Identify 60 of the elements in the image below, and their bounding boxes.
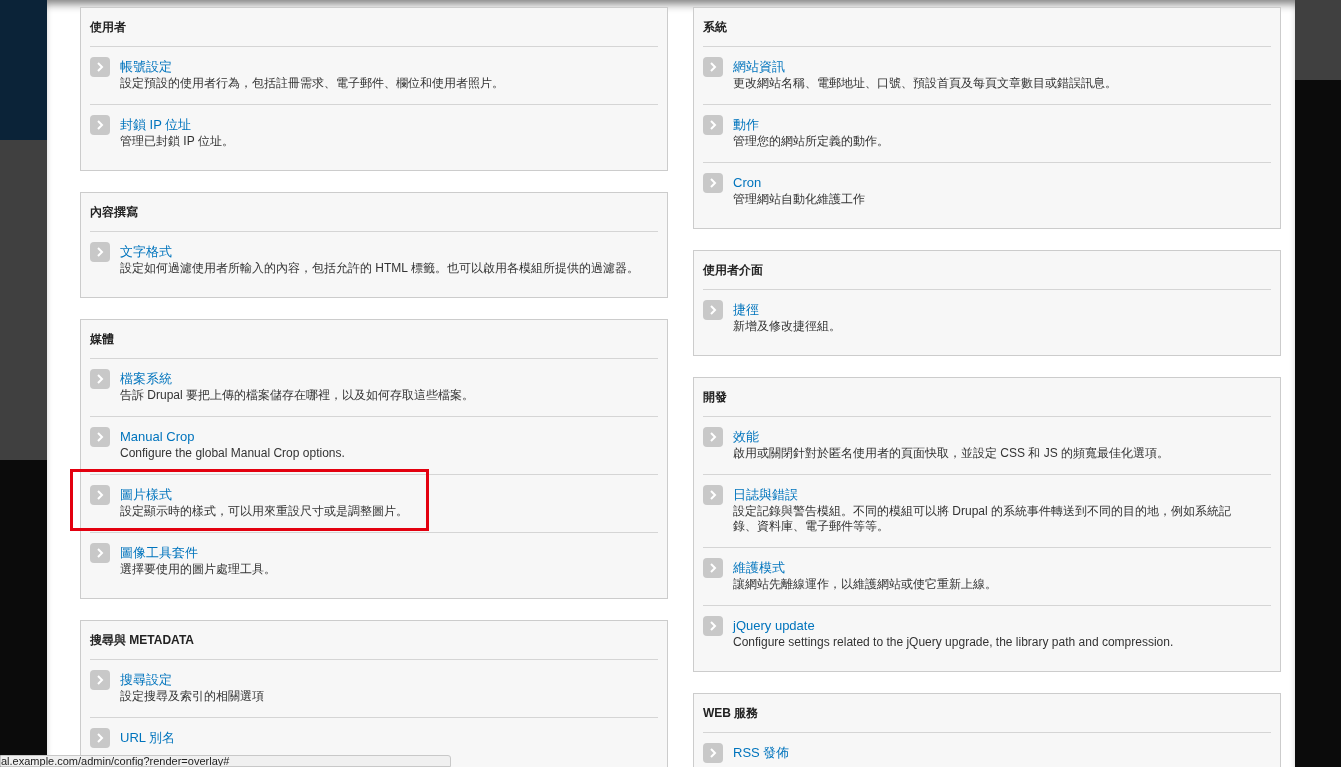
link-description: 設定預設的使用者行為，包括註冊需求、電子郵件、欄位和使用者照片。: [120, 76, 504, 91]
settings-link[interactable]: 維護模式: [733, 559, 785, 577]
settings-link[interactable]: 捷徑: [733, 301, 759, 319]
link-description: 更改網站名稱、電郵地址、口號、預設首頁及每頁文章數目或錯誤訊息。: [733, 76, 1117, 91]
link-description: 管理網站自動化維護工作: [733, 192, 865, 207]
chevron-icon: [90, 728, 110, 748]
settings-link[interactable]: 效能: [733, 428, 759, 446]
chevron-icon: [703, 427, 723, 447]
chevron-icon: [703, 57, 723, 77]
link-description: 設定搜尋及索引的相關選項: [120, 689, 264, 704]
section-heading: 使用者介面: [703, 251, 1271, 290]
settings-link[interactable]: Cron: [733, 174, 762, 192]
settings-link[interactable]: jQuery update: [733, 617, 815, 635]
section-heading: 內容撰寫: [90, 193, 658, 232]
chevron-icon: [703, 173, 723, 193]
settings-link[interactable]: URL 別名: [120, 729, 176, 747]
link-description: 設定記錄與警告模組。不同的模組可以將 Drupal 的系統事件轉送到不同的目的地，例如系統記錄、資料庫、電子郵件等等。: [733, 504, 1233, 534]
link-description: Configure the global Manual Crop options.: [120, 446, 345, 461]
chevron-icon: [90, 242, 110, 262]
settings-link[interactable]: 文字格式: [120, 243, 172, 261]
link-description: 設定如何過濾使用者所輸入的內容，包括允許的 HTML 標籤。也可以啟用各模組所提供的過濾器。: [120, 261, 639, 276]
chevron-icon: [703, 743, 723, 763]
link-description: 啟用或關閉針對於匿名使用者的頁面快取，並設定 CSS 和 JS 的頻寬最佳化選項。: [733, 446, 1169, 461]
chevron-icon: [90, 369, 110, 389]
settings-link[interactable]: Manual Crop: [120, 428, 195, 446]
chevron-icon: [90, 115, 110, 135]
chevron-icon: [703, 616, 723, 636]
chevron-icon: [703, 300, 723, 320]
link-description: 新增及修改捷徑組。: [733, 319, 841, 334]
link-description: 選擇要使用的圖片處理工具。: [120, 562, 276, 577]
chevron-icon: [703, 115, 723, 135]
link-description: 管理已封鎖 IP 位址。: [120, 134, 234, 149]
section-heading: 系統: [703, 8, 1271, 47]
settings-link[interactable]: 網站資訊: [733, 58, 785, 76]
chevron-icon: [90, 427, 110, 447]
link-description: 管理您的網站所定義的動作。: [733, 134, 889, 149]
settings-link[interactable]: 檔案系統: [120, 370, 172, 388]
settings-link[interactable]: 封鎖 IP 位址: [120, 116, 192, 134]
section-heading: 搜尋與 METADATA: [90, 621, 658, 660]
chevron-icon: [90, 670, 110, 690]
settings-link[interactable]: 搜尋設定: [120, 671, 172, 689]
chevron-icon: [90, 485, 110, 505]
chevron-icon: [90, 543, 110, 563]
section-heading: 開發: [703, 378, 1271, 417]
link-description: 告訴 Drupal 要把上傳的檔案儲存在哪裡，以及如何存取這些檔案。: [120, 388, 475, 403]
settings-link[interactable]: 帳號設定: [120, 58, 172, 76]
section-heading: 媒體: [90, 320, 658, 359]
link-description: 讓網站先離線運作，以維護網站或使它重新上線。: [733, 577, 997, 592]
settings-link[interactable]: 圖像工具套件: [120, 544, 198, 562]
chevron-icon: [703, 485, 723, 505]
chevron-icon: [703, 558, 723, 578]
settings-link[interactable]: 日誌與錯誤: [733, 486, 798, 504]
settings-link[interactable]: 圖片樣式: [120, 486, 172, 504]
settings-link[interactable]: 動作: [733, 116, 759, 134]
link-description: 設定顯示時的樣式，可以用來重設尺寸或是調整圖片。: [120, 504, 408, 519]
settings-link[interactable]: RSS 發佈: [733, 744, 790, 762]
chevron-icon: [90, 57, 110, 77]
section-heading: 使用者: [90, 8, 658, 47]
link-description: Configure settings related to the jQuery upgrade, the library path and compression.: [733, 635, 1174, 650]
section-heading: WEB 服務: [703, 694, 1271, 733]
